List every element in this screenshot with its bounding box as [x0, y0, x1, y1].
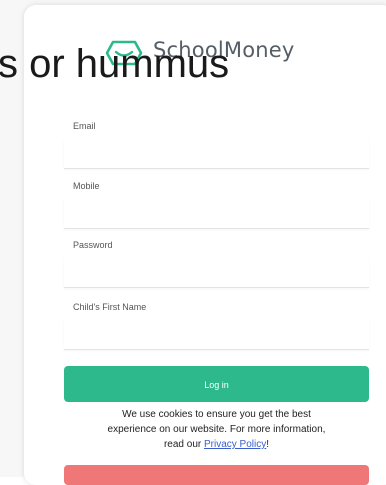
cookie-notice-line1: We use cookies to ensure you get the bes…: [122, 409, 311, 420]
child-name-field[interactable]: [64, 319, 369, 350]
cookie-notice-prefix: read our: [163, 439, 204, 450]
schoolmoney-logo-icon: [105, 40, 143, 66]
email-field[interactable]: [64, 138, 369, 169]
cookie-notice-line3: read our Privacy Policy!: [64, 437, 369, 452]
cookie-notice-suffix: !: [266, 439, 270, 450]
secondary-button[interactable]: [64, 465, 369, 485]
password-label: Password: [73, 240, 113, 250]
cookie-notice-line2: experience on our website. For more info…: [107, 424, 326, 435]
child-name-label: Child's First Name: [73, 302, 147, 312]
email-label: Email: [73, 121, 96, 131]
brand-name: SchoolMoney: [153, 38, 295, 62]
mobile-label: Mobile: [73, 181, 100, 191]
privacy-policy-link[interactable]: Privacy Policy: [204, 439, 266, 450]
password-field[interactable]: [64, 257, 369, 288]
mobile-field[interactable]: [64, 198, 369, 229]
cookie-notice: We use cookies to ensure you get the bes…: [64, 407, 369, 452]
login-button[interactable]: Log in: [64, 366, 369, 402]
